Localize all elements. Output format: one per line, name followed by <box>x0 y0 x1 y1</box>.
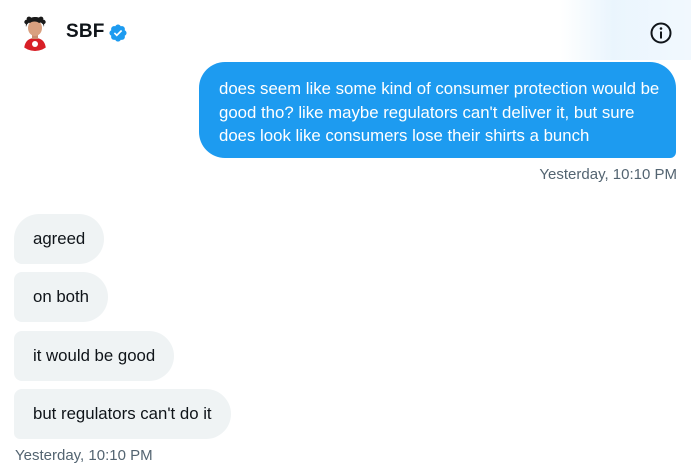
avatar[interactable] <box>16 13 54 51</box>
info-icon[interactable] <box>649 21 673 45</box>
received-message-bubble[interactable]: agreed <box>14 214 105 264</box>
received-message-timestamp: Yesterday, 10:10 PM <box>15 447 153 464</box>
received-message-bubble[interactable]: on both <box>14 272 108 322</box>
conversation-header: SBF <box>0 0 691 64</box>
verified-badge-icon <box>108 23 128 43</box>
sent-message-timestamp: Yesterday, 10:10 PM <box>539 166 677 183</box>
received-message-bubble[interactable]: it would be good <box>14 331 175 381</box>
sent-message-bubble[interactable]: does seem like some kind of consumer pro… <box>199 62 676 158</box>
received-message-bubble[interactable]: but regulators can't do it <box>14 389 231 439</box>
contact-name[interactable]: SBF <box>66 21 105 43</box>
avatar-image <box>16 13 54 51</box>
